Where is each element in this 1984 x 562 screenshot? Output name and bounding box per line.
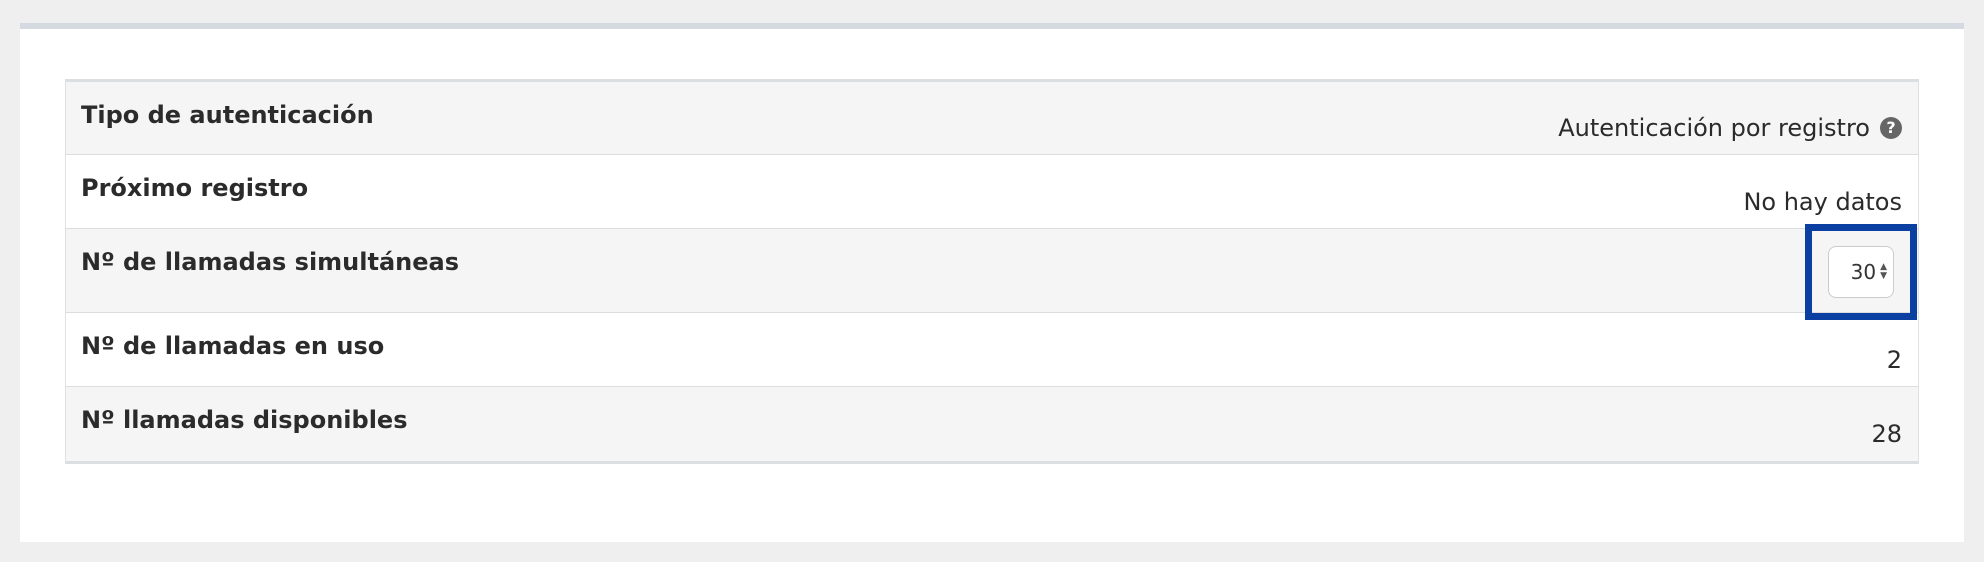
row-value: 2	[1886, 345, 1902, 374]
chevron-down-icon[interactable]: ▼	[1880, 272, 1887, 281]
settings-panel: Tipo de autenticación Autenticación por …	[20, 23, 1964, 542]
row-label: Tipo de autenticación	[81, 101, 374, 129]
table-row-auth-type: Tipo de autenticación Autenticación por …	[66, 82, 1918, 155]
simultaneous-calls-stepper[interactable]: 30 ▲ ▼	[1828, 246, 1894, 298]
table-row-simultaneous-calls: Nº de llamadas simultáneas 30 ▲ ▼	[66, 224, 1918, 320]
table-row-next-registration: Próximo registro No hay datos	[66, 155, 1918, 229]
stepper-arrows[interactable]: ▲ ▼	[1880, 263, 1887, 281]
highlight-box: 30 ▲ ▼	[1805, 224, 1917, 320]
row-label: Nº llamadas disponibles	[81, 406, 408, 434]
row-label: Próximo registro	[81, 174, 309, 202]
row-label: Nº de llamadas en uso	[81, 332, 385, 360]
row-value: Autenticación por registro	[1558, 114, 1870, 142]
help-icon[interactable]: ?	[1880, 117, 1902, 139]
row-label: Nº de llamadas simultáneas	[81, 248, 459, 276]
row-value: 28	[1871, 420, 1902, 448]
auth-type-value: Autenticación por registro ?	[1558, 102, 1902, 154]
row-value: No hay datos	[1743, 187, 1902, 216]
table-row-calls-in-use: Nº de llamadas en uso 2	[66, 313, 1918, 387]
stepper-value: 30	[1850, 260, 1877, 284]
table-row-available-calls: Nº llamadas disponibles 28	[66, 387, 1918, 461]
details-table: Tipo de autenticación Autenticación por …	[65, 79, 1919, 464]
